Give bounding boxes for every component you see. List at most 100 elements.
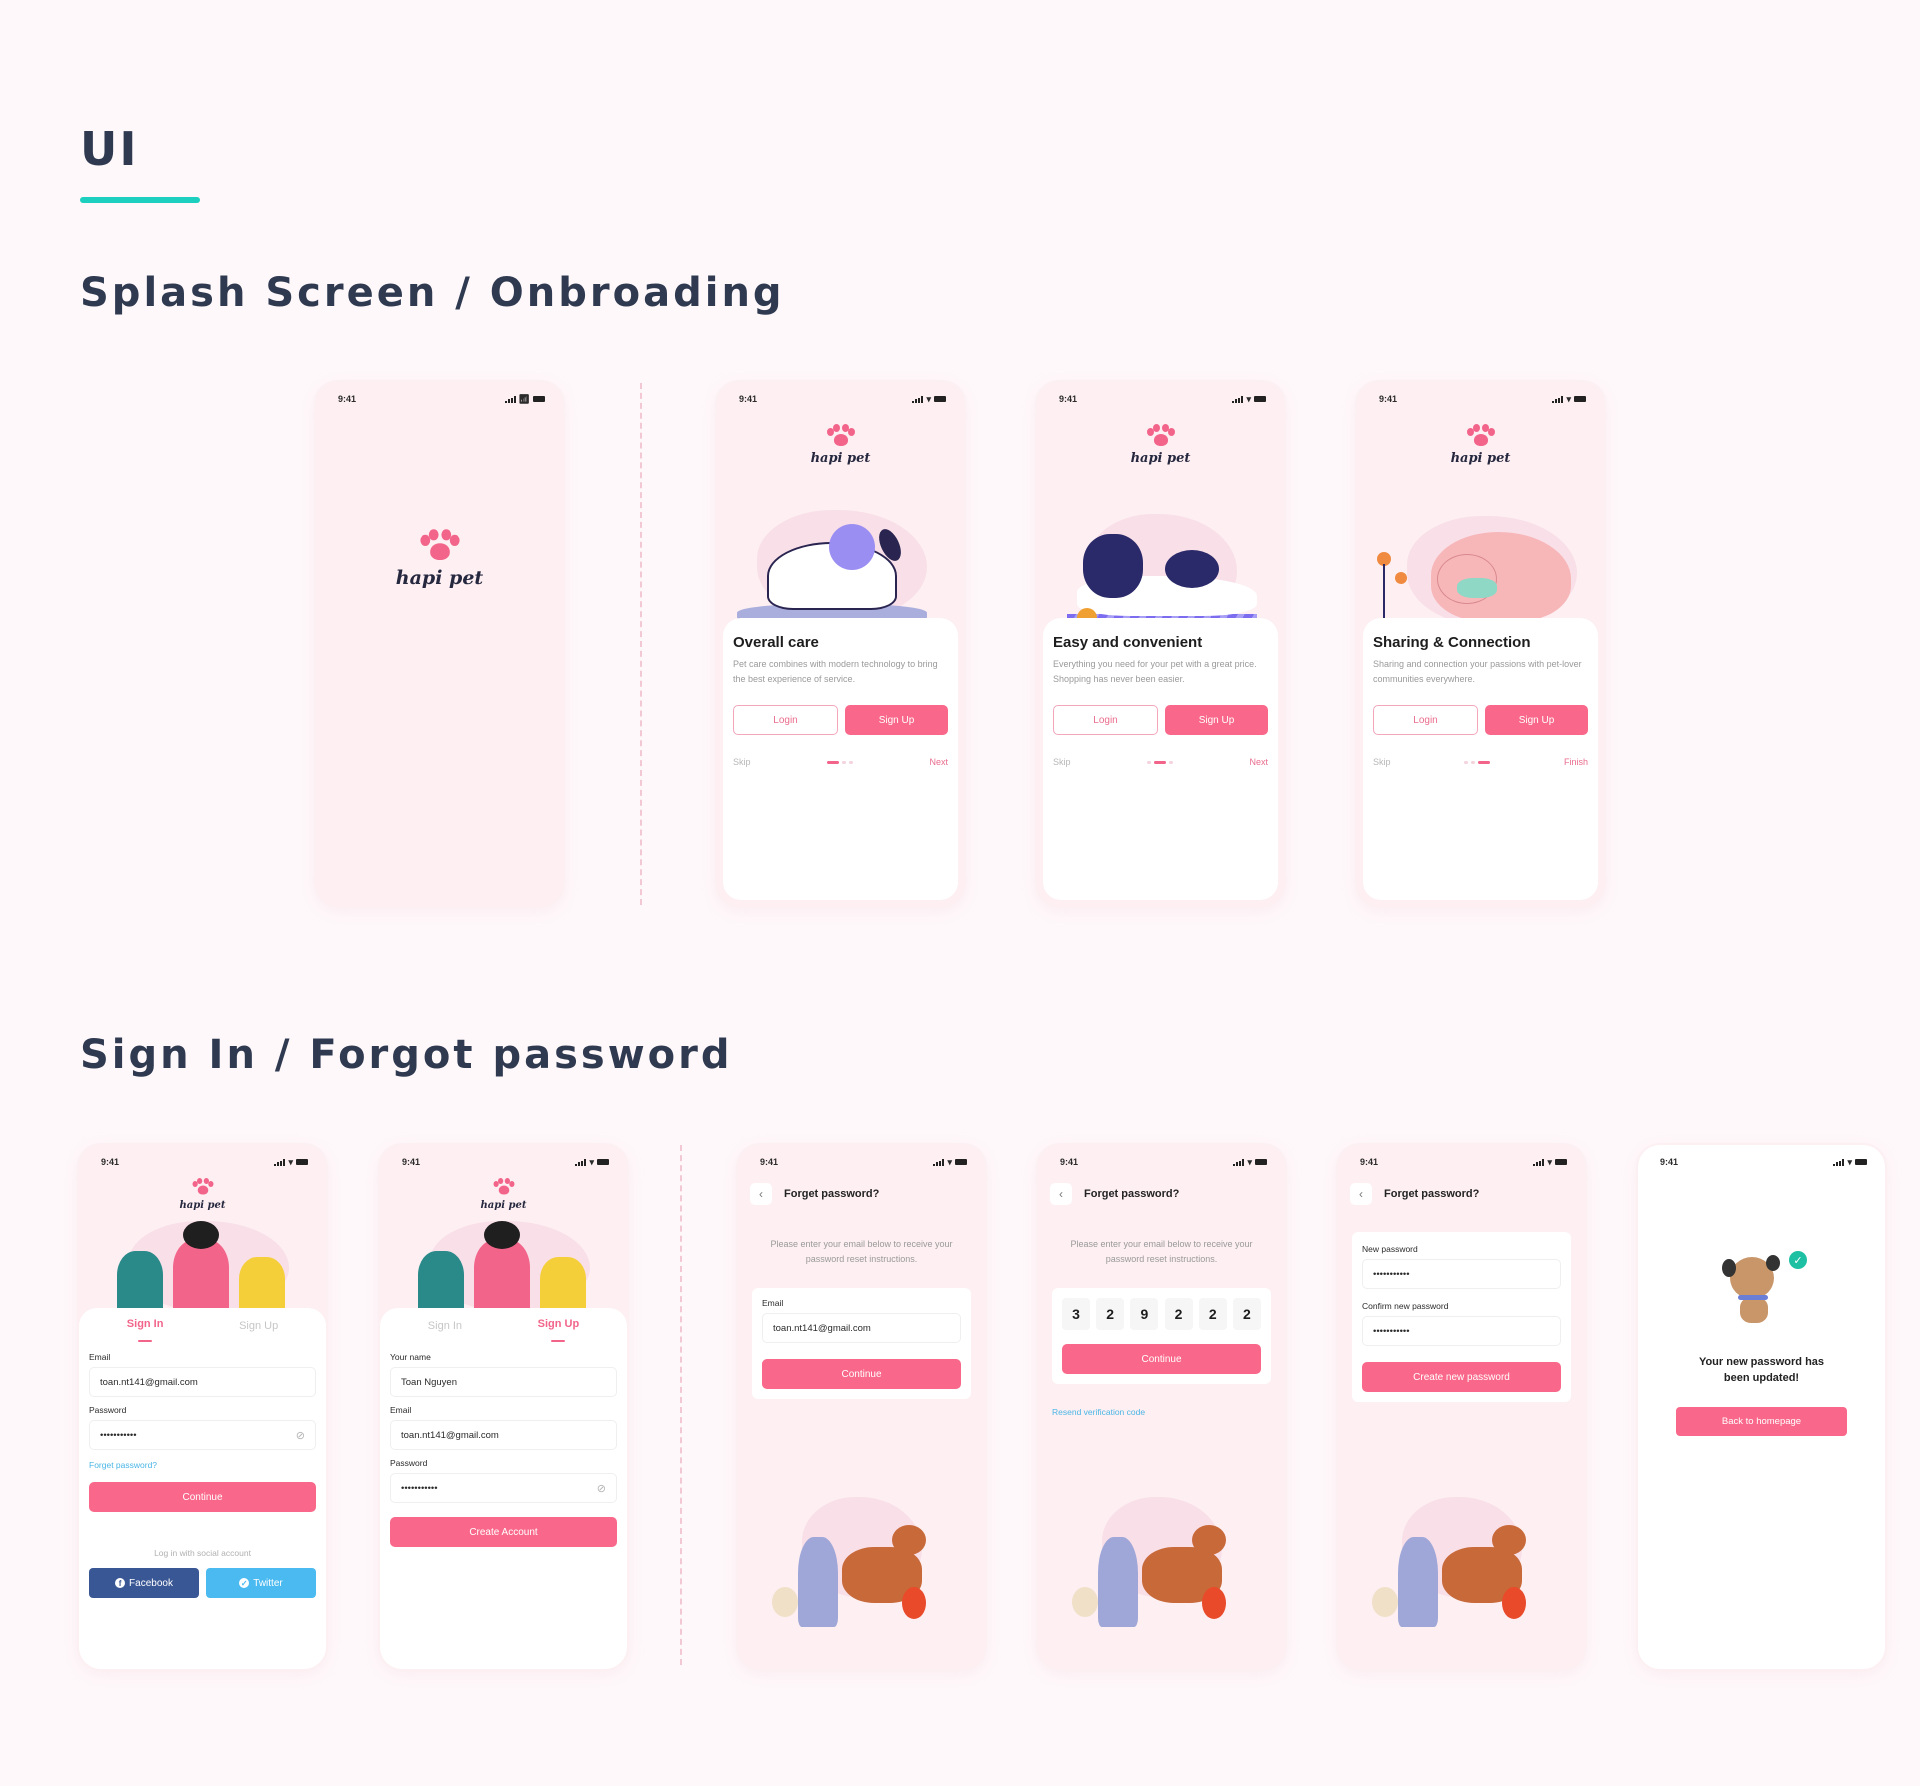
onboarding-title: Easy and convenient (1053, 634, 1203, 651)
tab-sign-in[interactable]: Sign In (428, 1318, 462, 1344)
status-bar: 9:41 📶︎ (338, 392, 545, 406)
email-label: Email (762, 1298, 784, 1308)
section-title-auth: Sign In / Forgot password (80, 1032, 733, 1078)
onboarding-card: Easy and convenient Everything you need … (1043, 618, 1278, 900)
paw-icon (493, 1178, 514, 1196)
battery-icon (597, 1159, 609, 1165)
success-message: Your new password has been updated! (1698, 1356, 1825, 1384)
email-field[interactable]: toan.nt141@gmail.com (762, 1313, 961, 1343)
signup-button[interactable]: Sign Up (1485, 705, 1588, 735)
new-password-label: New password (1362, 1244, 1418, 1254)
password-label: Password (390, 1458, 428, 1468)
brand-logo: hapi pet (316, 529, 563, 589)
otp-input[interactable]: 3 2 9 2 2 2 (1062, 1298, 1261, 1330)
twitter-button[interactable]: ✓ Twitter (206, 1568, 316, 1598)
confirm-password-field[interactable]: ••••••••••• (1362, 1316, 1561, 1346)
brand-logo: hapi pet (380, 1175, 627, 1211)
facebook-icon: f (115, 1578, 126, 1588)
brand-name: hapi pet (395, 567, 484, 589)
paw-icon (826, 424, 855, 448)
login-button[interactable]: Login (733, 705, 838, 735)
password-label: Password (89, 1405, 127, 1415)
page-title: UI (80, 122, 139, 176)
next-link[interactable]: Next (929, 757, 948, 767)
password-field[interactable]: ••••••••••• ⊘ (89, 1420, 316, 1450)
name-field[interactable]: Toan Nguyen (390, 1367, 617, 1397)
facebook-button[interactable]: f Facebook (89, 1568, 199, 1598)
back-button[interactable]: ‹ (1050, 1183, 1072, 1205)
status-bar: 9:41 ▾ (1660, 1155, 1867, 1169)
skip-link[interactable]: Skip (1373, 757, 1391, 767)
back-button[interactable]: ‹ (750, 1183, 772, 1205)
signal-icon (1233, 1158, 1245, 1166)
status-bar: 9:41 ▾ (1060, 1155, 1267, 1169)
create-new-password-button[interactable]: Create new password (1362, 1362, 1561, 1392)
eye-off-icon[interactable]: ⊘ (296, 1429, 305, 1442)
phone-onboarding-2: 9:41 ▾ hapi pet Easy and convenient Ever… (1037, 382, 1284, 906)
signal-icon (575, 1158, 587, 1166)
paw-icon (419, 529, 460, 563)
back-to-homepage-button[interactable]: Back to homepage (1676, 1407, 1847, 1436)
signup-button[interactable]: Sign Up (845, 705, 948, 735)
create-account-button[interactable]: Create Account (390, 1517, 617, 1547)
otp-digit[interactable]: 2 (1096, 1298, 1125, 1330)
battery-icon (1574, 396, 1586, 402)
title-underline (80, 197, 200, 203)
pets-group-illustration (1352, 1497, 1571, 1637)
continue-button[interactable]: Continue (89, 1482, 316, 1512)
skip-link[interactable]: Skip (733, 757, 751, 767)
tab-sign-up[interactable]: Sign Up (239, 1318, 278, 1344)
login-button[interactable]: Login (1373, 705, 1478, 735)
paw-icon (1146, 424, 1175, 448)
page-indicator (1464, 760, 1491, 764)
onboarding-title: Sharing & Connection (1373, 634, 1531, 651)
name-label: Your name (390, 1352, 431, 1362)
wifi-icon: ▾ (1566, 393, 1571, 404)
brand-name: hapi pet (810, 451, 871, 466)
password-field[interactable]: ••••••••••• ⊘ (390, 1473, 617, 1503)
signup-button[interactable]: Sign Up (1165, 705, 1268, 735)
onboarding-description: Sharing and connection your passions wit… (1373, 659, 1582, 684)
divider (680, 1145, 682, 1665)
next-link[interactable]: Next (1249, 757, 1268, 767)
otp-digit[interactable]: 9 (1130, 1298, 1159, 1330)
chevron-left-icon: ‹ (759, 1187, 763, 1201)
phone-sign-in: 9:41 ▾ hapi pet Sign In Sign Up Email to… (79, 1145, 326, 1669)
tab-sign-up[interactable]: Sign Up (538, 1318, 580, 1344)
phone-password-updated: 9:41 ▾ ✓ Your new password has been upda… (1638, 1145, 1885, 1669)
battery-icon (1855, 1159, 1867, 1165)
eye-off-icon[interactable]: ⊘ (597, 1482, 606, 1495)
brand-name: hapi pet (1130, 451, 1191, 466)
twitter-icon: ✓ (239, 1578, 250, 1588)
email-field[interactable]: toan.nt141@gmail.com (390, 1420, 617, 1450)
email-label: Email (89, 1352, 111, 1362)
skip-link[interactable]: Skip (1053, 757, 1071, 767)
signal-icon (912, 395, 924, 403)
otp-digit[interactable]: 2 (1198, 1298, 1227, 1330)
social-login-label: Log in with social account (154, 1548, 251, 1558)
otp-digit[interactable]: 2 (1164, 1298, 1193, 1330)
continue-button[interactable]: Continue (1062, 1344, 1261, 1374)
back-button[interactable]: ‹ (1350, 1183, 1372, 1205)
battery-icon (1255, 1159, 1267, 1165)
divider (640, 383, 642, 905)
page-indicator (827, 760, 853, 764)
otp-digit[interactable]: 2 (1232, 1298, 1261, 1330)
forgot-password-link[interactable]: Forget password? (89, 1460, 316, 1470)
login-button[interactable]: Login (1053, 705, 1158, 735)
continue-button[interactable]: Continue (762, 1359, 961, 1389)
email-field[interactable]: toan.nt141@gmail.com (89, 1367, 316, 1397)
status-bar: 9:41 ▾ (101, 1155, 308, 1169)
resend-code-link[interactable]: Resend verification code (1052, 1407, 1145, 1417)
new-password-field[interactable]: ••••••••••• (1362, 1259, 1561, 1289)
status-bar: 9:41 ▾ (760, 1155, 967, 1169)
battery-icon (533, 396, 545, 402)
otp-digit[interactable]: 3 (1062, 1298, 1090, 1330)
brand-logo: hapi pet (79, 1175, 326, 1211)
finish-link[interactable]: Finish (1564, 757, 1588, 767)
signal-icon (274, 1158, 286, 1166)
tab-sign-in[interactable]: Sign In (127, 1318, 164, 1344)
status-bar: 9:41 ▾ (1059, 392, 1266, 406)
paw-icon (1466, 424, 1495, 448)
pets-group-illustration (752, 1497, 971, 1637)
